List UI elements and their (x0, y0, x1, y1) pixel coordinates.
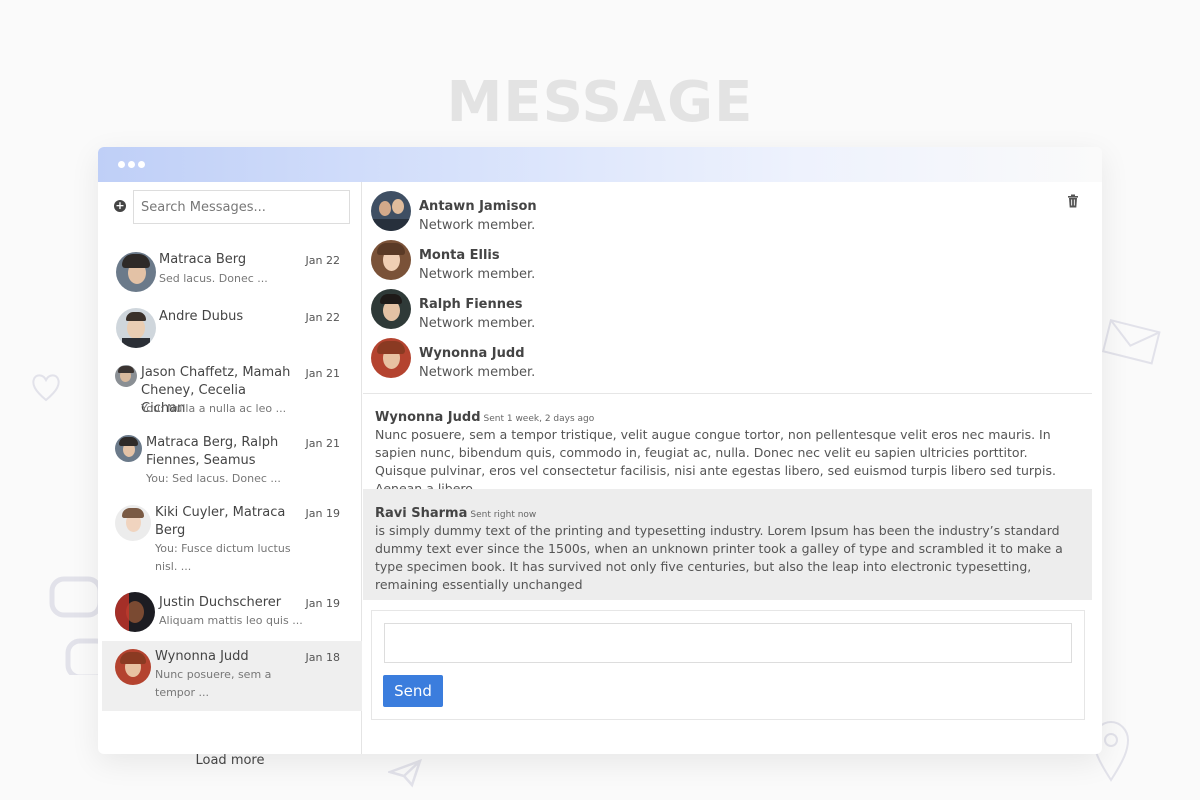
message-timestamp: Sent 1 week, 2 days ago (483, 414, 595, 424)
conversation-panel: Antawn Jamison Network member. Monta Ell… (363, 182, 1102, 754)
conversation-item[interactable]: Matraca Berg, Ralph Fiennes, Seamus Jan … (102, 428, 362, 496)
avatar (115, 505, 151, 541)
participant-role: Network member. (419, 316, 536, 331)
conversation-item[interactable]: Andre Dubus Jan 22 (102, 300, 362, 354)
messages-window: + Matraca Berg Jan 22 Sed lacus. Donec .… (98, 147, 1102, 768)
message-input[interactable] (384, 623, 1072, 663)
conversation-preview: Sed lacus. Donec ... (159, 272, 268, 285)
conversation-item[interactable]: Justin Duchscherer Jan 19 Aliquam mattis… (102, 586, 362, 638)
search-input[interactable] (133, 190, 350, 224)
message-composer: Send (371, 610, 1085, 720)
avatar (115, 365, 137, 387)
message-timestamp: Sent right now (470, 510, 537, 520)
conversation-date: Jan 21 (305, 437, 340, 450)
participant-role: Network member. (419, 365, 536, 380)
conversation-name: Justin Duchscherer (159, 595, 282, 610)
conversation-preview: Aliquam mattis leo quis ... (159, 614, 303, 627)
conversation-name: Matraca Berg, Ralph Fiennes, Seamus (146, 435, 279, 468)
participant: Monta Ellis Network member. (371, 240, 771, 284)
conversation-item[interactable]: Kiki Cuyler, Matraca Berg Jan 19 You: Fu… (102, 498, 362, 584)
plus-circle-icon[interactable]: + (114, 200, 126, 212)
participant: Wynonna Judd Network member. (371, 338, 771, 382)
conversation-item[interactable]: Jason Chaffetz, Mamah Cheney, Cecelia Ci… (102, 358, 362, 428)
conversation-date: Jan 22 (305, 254, 340, 267)
avatar (371, 338, 411, 378)
avatar (115, 592, 155, 632)
message: Ravi Sharma Sent right now is simply dumm… (363, 489, 1092, 600)
conversation-name: Kiki Cuyler, Matraca Berg (155, 505, 286, 538)
conversation-item[interactable]: Matraca Berg Jan 22 Sed lacus. Donec ... (102, 244, 362, 298)
participant: Antawn Jamison Network member. (371, 191, 771, 235)
conversation-name: Matraca Berg (159, 252, 247, 267)
conversation-date: Jan 19 (305, 507, 340, 520)
heart-icon (30, 372, 62, 402)
participant: Ralph Fiennes Network member. (371, 289, 771, 333)
conversation-date: Jan 19 (305, 597, 340, 610)
conversation-preview: Nunc posuere, sem a tempor ... (155, 668, 272, 699)
avatar (116, 308, 156, 348)
message-body: is simply dummy text of the printing and… (375, 523, 1063, 592)
conversation-preview: You: Sed lacus. Donec ... (146, 472, 281, 485)
conversation-sidebar: + Matraca Berg Jan 22 Sed lacus. Donec .… (98, 182, 362, 768)
window-dot[interactable] (128, 161, 135, 168)
avatar (115, 649, 151, 685)
message: Wynonna Judd Sent 1 week, 2 days ago Nunc… (363, 406, 1092, 498)
send-button[interactable]: Send (383, 675, 443, 707)
avatar (371, 289, 411, 329)
participant-name: Wynonna Judd (419, 346, 525, 361)
participant-name: Ralph Fiennes (419, 297, 523, 312)
window-dot[interactable] (118, 161, 125, 168)
window-dot[interactable] (138, 161, 145, 168)
trash-icon[interactable] (1067, 194, 1079, 208)
conversation-date: Jan 21 (305, 367, 340, 380)
conversation-date: Jan 18 (305, 651, 340, 664)
window-titlebar (98, 147, 1102, 182)
participant-role: Network member. (419, 267, 536, 282)
chat-bubble-icon (48, 575, 104, 675)
participant-name: Antawn Jamison (419, 199, 537, 214)
message-body: Nunc posuere, sem a tempor tristique, ve… (375, 427, 1056, 496)
conversation-preview: You: Nulla a nulla ac leo ... (141, 402, 287, 415)
envelope-icon (1100, 316, 1164, 370)
avatar (115, 435, 142, 462)
conversation-date: Jan 22 (305, 311, 340, 324)
conversation-name: Andre Dubus (159, 309, 244, 324)
divider (363, 393, 1092, 394)
participant-role: Network member. (419, 218, 536, 233)
avatar (371, 191, 411, 231)
message-author: Ravi Sharma (375, 506, 468, 521)
conversation-preview: You: Fusce dictum luctus nisl. ... (155, 542, 291, 573)
conversation-item[interactable]: Wynonna Judd Jan 18 Nunc posuere, sem a … (102, 641, 362, 711)
message-author: Wynonna Judd (375, 410, 481, 425)
page-title: MESSAGE (446, 70, 754, 135)
load-more-link[interactable]: Load more (98, 753, 362, 768)
avatar (116, 252, 156, 292)
conversation-name: Wynonna Judd (155, 649, 249, 664)
paper-plane-icon (388, 758, 422, 788)
avatar (371, 240, 411, 280)
participant-name: Monta Ellis (419, 248, 500, 263)
